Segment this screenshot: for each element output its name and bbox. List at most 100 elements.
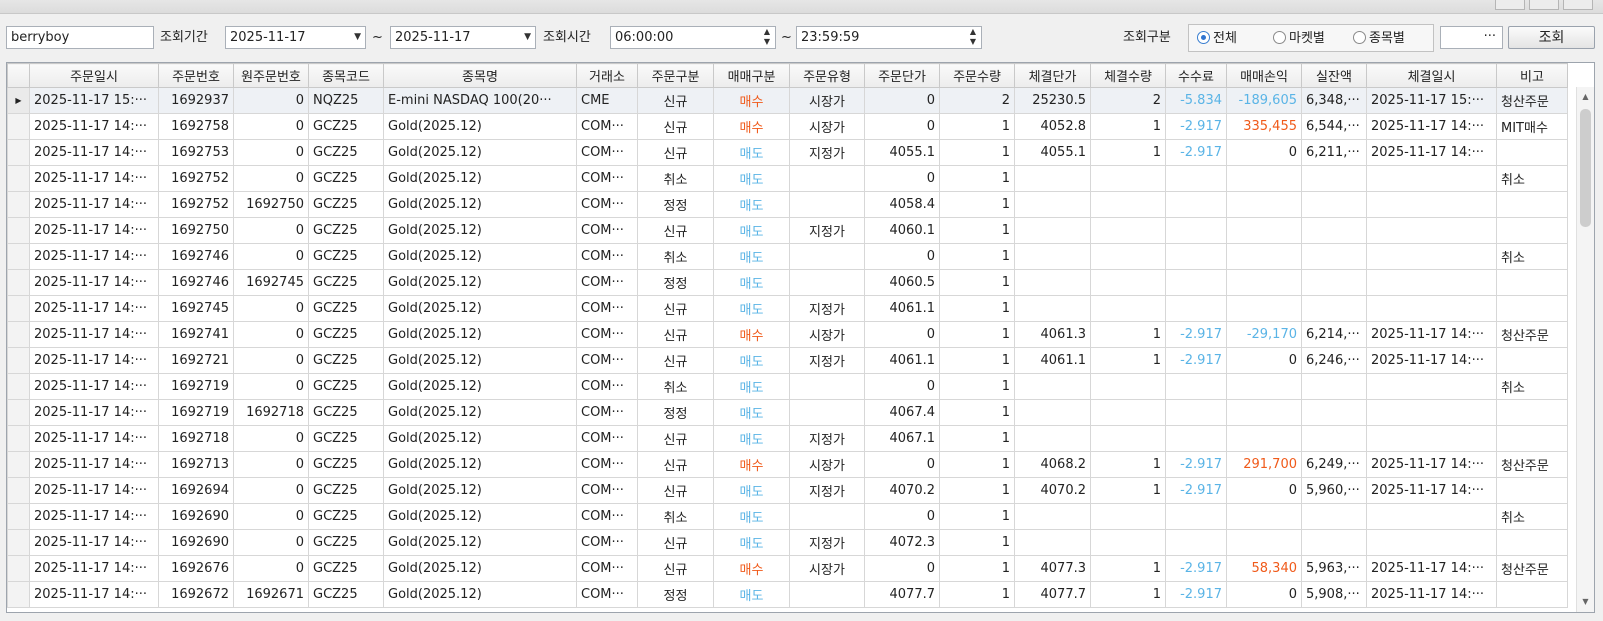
table-row[interactable]: ▶ 2025-11-17 15:··· 1692937 0 NQZ25 E-mini NA…: [7, 87, 1568, 114]
minimize-button[interactable]: [1495, 0, 1525, 10]
row-selector-cell[interactable]: [7, 321, 30, 348]
row-selector-cell[interactable]: [7, 165, 30, 192]
radio-by-market[interactable]: 마켓별: [1273, 29, 1325, 49]
column-header[interactable]: 주문유형: [789, 63, 865, 88]
table-header-row: 주문일시 주문번호 원주문번호 종목코드 종목명 거래소 주문구분 매매구분 주…: [7, 63, 1568, 88]
column-header[interactable]: 비고: [1496, 63, 1568, 88]
table-row[interactable]: 2025-11-17 14:··· 1692750 0 GCZ25 Gold(2025.…: [7, 217, 1568, 244]
column-header[interactable]: 종목코드: [308, 63, 384, 88]
row-selector-cell[interactable]: [7, 347, 30, 374]
user-id-input[interactable]: [6, 26, 154, 49]
table-row[interactable]: 2025-11-17 14:··· 1692719 1692718 GCZ25 Gold…: [7, 399, 1568, 426]
table-row[interactable]: 2025-11-17 14:··· 1692672 1692671 GCZ25 Gold…: [7, 581, 1568, 608]
column-header[interactable]: 원주문번호: [233, 63, 309, 88]
row-selector-cell[interactable]: [7, 269, 30, 296]
original-order-no-cell: 1692671: [233, 581, 309, 608]
time-to-spinner[interactable]: 23:59:59 ▲ ▼: [796, 26, 982, 49]
row-selector-cell[interactable]: [7, 295, 30, 322]
column-header[interactable]: 체결일시: [1366, 63, 1497, 88]
column-header[interactable]: 체결단가: [1014, 63, 1091, 88]
row-selector-cell[interactable]: [7, 503, 30, 530]
column-header[interactable]: 주문단가: [864, 63, 940, 88]
row-selector-cell[interactable]: [7, 373, 30, 400]
row-selector-cell[interactable]: [7, 477, 30, 504]
exchange-cell: COM···: [576, 295, 638, 322]
order-time-cell: 2025-11-17 14:···: [29, 347, 159, 374]
row-selector-cell[interactable]: [7, 451, 30, 478]
date-to-combo[interactable]: 2025-11-17 ▼: [390, 26, 536, 49]
column-header[interactable]: 거래소: [576, 63, 638, 88]
row-selector-cell[interactable]: [7, 217, 30, 244]
chevron-down-icon[interactable]: ▼: [354, 27, 361, 48]
row-selector-cell[interactable]: [7, 581, 30, 608]
table-row[interactable]: 2025-11-17 14:··· 1692741 0 GCZ25 Gold(2025.…: [7, 321, 1568, 348]
radio-by-symbol[interactable]: 종목별: [1353, 29, 1405, 49]
row-selector-cell[interactable]: [7, 555, 30, 582]
balance-cell: 6,544,···: [1301, 113, 1367, 140]
spin-up-down-icon[interactable]: ▲ ▼: [764, 27, 770, 47]
maximize-button[interactable]: [1529, 0, 1559, 10]
table-row[interactable]: 2025-11-17 14:··· 1692676 0 GCZ25 Gold(2025.…: [7, 555, 1568, 582]
fill-price-cell: [1014, 373, 1091, 400]
table-row[interactable]: 2025-11-17 14:··· 1692746 1692745 GCZ25 Gold…: [7, 269, 1568, 296]
row-selector-cell[interactable]: [7, 243, 30, 270]
radio-all[interactable]: 전체: [1197, 29, 1237, 49]
row-selector-cell[interactable]: [7, 425, 30, 452]
spin-up-down-icon[interactable]: ▲ ▼: [970, 27, 976, 47]
side-cell: 매수: [713, 321, 790, 348]
vertical-scrollbar[interactable]: ▲ ▼: [1576, 87, 1594, 612]
order-kind-cell: 정정: [637, 269, 714, 296]
table-row[interactable]: 2025-11-17 14:··· 1692718 0 GCZ25 Gold(2025.…: [7, 425, 1568, 452]
table-row[interactable]: 2025-11-17 14:··· 1692690 0 GCZ25 Gold(2025.…: [7, 503, 1568, 530]
pnl-cell: 58,340: [1226, 555, 1302, 582]
chevron-down-icon[interactable]: ▼: [524, 27, 531, 48]
column-header[interactable]: 종목명: [383, 63, 577, 88]
table-row[interactable]: 2025-11-17 14:··· 1692746 0 GCZ25 Gold(2025.…: [7, 243, 1568, 270]
table-row[interactable]: 2025-11-17 14:··· 1692719 0 GCZ25 Gold(2025.…: [7, 373, 1568, 400]
order-time-cell: 2025-11-17 14:···: [29, 503, 159, 530]
query-button[interactable]: 조회: [1508, 26, 1595, 49]
scrollbar-thumb[interactable]: [1580, 109, 1591, 227]
order-no-cell: 1692719: [158, 399, 234, 426]
exchange-cell: COM···: [576, 321, 638, 348]
side-cell: 매도: [713, 139, 790, 166]
column-header[interactable]: 주문구분: [637, 63, 714, 88]
date-from-combo[interactable]: 2025-11-17 ▼: [225, 26, 366, 49]
window-titlebar: [0, 0, 1603, 14]
fill-price-cell: [1014, 191, 1091, 218]
order-qty-cell: 1: [939, 399, 1015, 426]
row-selector-cell[interactable]: [7, 191, 30, 218]
table-row[interactable]: 2025-11-17 14:··· 1692753 0 GCZ25 Gold(2025.…: [7, 139, 1568, 166]
row-selector-cell[interactable]: [7, 113, 30, 140]
column-header[interactable]: 주문일시: [29, 63, 159, 88]
table-row[interactable]: 2025-11-17 14:··· 1692690 0 GCZ25 Gold(2025.…: [7, 529, 1568, 556]
table-row[interactable]: 2025-11-17 14:··· 1692745 0 GCZ25 Gold(2025.…: [7, 295, 1568, 322]
scroll-down-icon[interactable]: ▼: [1577, 594, 1594, 610]
pnl-cell: -189,605: [1226, 87, 1302, 114]
order-qty-cell: 1: [939, 451, 1015, 478]
row-selector-cell[interactable]: [7, 139, 30, 166]
row-selector-cell[interactable]: [7, 529, 30, 556]
column-header[interactable]: 수수료: [1165, 63, 1227, 88]
close-button[interactable]: [1563, 0, 1593, 10]
symbol-name-cell: Gold(2025.12): [383, 165, 577, 192]
table-row[interactable]: 2025-11-17 14:··· 1692758 0 GCZ25 Gold(2025.…: [7, 113, 1568, 140]
column-header[interactable]: 주문번호: [158, 63, 234, 88]
row-selector-cell[interactable]: [7, 399, 30, 426]
table-row[interactable]: 2025-11-17 14:··· 1692721 0 GCZ25 Gold(2025.…: [7, 347, 1568, 374]
table-row[interactable]: 2025-11-17 14:··· 1692752 1692750 GCZ25 Gold…: [7, 191, 1568, 218]
scroll-up-icon[interactable]: ▲: [1577, 89, 1594, 105]
table-row[interactable]: 2025-11-17 14:··· 1692713 0 GCZ25 Gold(2025.…: [7, 451, 1568, 478]
column-header[interactable]: 실잔액: [1301, 63, 1367, 88]
time-from-spinner[interactable]: 06:00:00 ▲ ▼: [610, 26, 776, 49]
table-row[interactable]: 2025-11-17 14:··· 1692694 0 GCZ25 Gold(2025.…: [7, 477, 1568, 504]
order-time-cell: 2025-11-17 14:···: [29, 113, 159, 140]
exchange-cell: COM···: [576, 555, 638, 582]
extra-option-box[interactable]: ···: [1440, 26, 1503, 49]
column-header[interactable]: 주문수량: [939, 63, 1015, 88]
column-header[interactable]: 매매구분: [713, 63, 790, 88]
current-row-indicator-icon[interactable]: ▶: [7, 87, 30, 114]
column-header[interactable]: 체결수량: [1090, 63, 1166, 88]
column-header[interactable]: 매매손익: [1226, 63, 1302, 88]
table-row[interactable]: 2025-11-17 14:··· 1692752 0 GCZ25 Gold(2025.…: [7, 165, 1568, 192]
